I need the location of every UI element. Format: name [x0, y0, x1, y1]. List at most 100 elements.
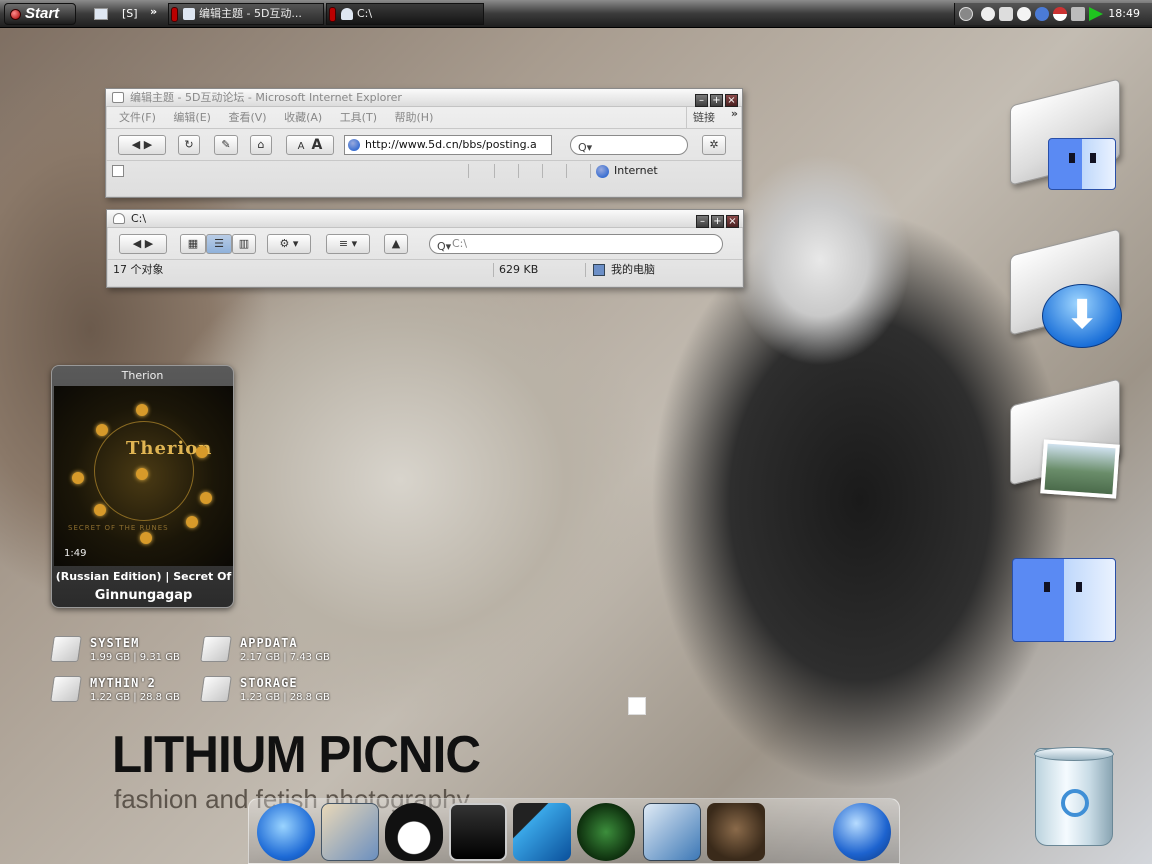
penguin-icon[interactable]	[385, 803, 443, 861]
drive-name: STORAGE	[240, 676, 298, 690]
drive-name: SYSTEM	[90, 636, 140, 650]
back-forward-button[interactable]: ◀ ▶	[119, 234, 167, 254]
rune-icon	[136, 404, 148, 416]
messenger-icon[interactable]	[981, 7, 995, 21]
address-text: http://www.5d.cn/bbs/posting.a	[365, 138, 537, 151]
rune-icon	[72, 472, 84, 484]
rune-icon	[196, 446, 208, 458]
drive-icon	[50, 676, 82, 702]
back-icon[interactable]	[959, 7, 973, 21]
menu-edit[interactable]: 编辑(E)	[173, 111, 211, 124]
menu-help[interactable]: 帮助(H)	[395, 111, 434, 124]
volume-icon[interactable]	[1071, 7, 1085, 21]
refresh-icon: ↻	[184, 138, 194, 151]
quicklaunch-chevron[interactable]: »	[150, 2, 157, 22]
close-button[interactable]: ×	[726, 215, 739, 228]
radar-icon[interactable]	[577, 803, 635, 861]
font-size-button[interactable]: A A	[286, 135, 334, 155]
links-label: 链接	[693, 111, 715, 124]
trash-icon[interactable]	[1034, 747, 1114, 846]
zone-label: Internet	[614, 164, 658, 177]
drive-system[interactable]: SYSTEM 1.99 GB | 9.31 GB	[50, 634, 202, 668]
foobar-icon[interactable]	[449, 803, 507, 861]
explorer-window-title: C:\	[131, 212, 147, 225]
rune-icon	[140, 532, 152, 544]
back-arrow-icon[interactable]: ◀	[133, 237, 141, 250]
back-arrow-icon[interactable]: ◀	[132, 138, 140, 151]
maximize-button[interactable]: +	[711, 215, 724, 228]
downloads-folder-icon[interactable]: ⬇	[1002, 228, 1122, 352]
menu-file[interactable]: 文件(F)	[119, 111, 156, 124]
links-chevron[interactable]: »	[731, 103, 738, 125]
bug-button[interactable]: ✲	[702, 135, 726, 155]
ie-menubar: 文件(F) 编辑(E) 查看(V) 收藏(A) 工具(T) 帮助(H) 链接 »	[106, 107, 742, 129]
explorer-search-field[interactable]: Q▾ C:\	[429, 234, 723, 254]
drive-size: 1.23 GB | 28.8 GB	[240, 692, 330, 703]
home-button[interactable]: ⌂	[250, 135, 272, 155]
task-explorer-window[interactable]: C:\	[326, 3, 484, 25]
network-globe-icon[interactable]	[833, 803, 891, 861]
quicklaunch-window-icon[interactable]	[94, 4, 108, 24]
applications-folder-icon[interactable]	[1002, 78, 1122, 202]
chat-icon[interactable]	[1017, 7, 1031, 21]
mouse-cursor	[628, 697, 646, 715]
ie-search-field[interactable]: Q▾	[570, 135, 688, 155]
explorer-titlebar[interactable]: C:\ – + ×	[107, 210, 743, 228]
recycle-icon	[1061, 789, 1089, 817]
system-tray: 18:49	[954, 3, 1152, 25]
menu-view[interactable]: 查看(V)	[228, 111, 266, 124]
font-large-label[interactable]: A	[312, 137, 323, 153]
security-icon[interactable]	[1035, 7, 1049, 21]
address-bar[interactable]: http://www.5d.cn/bbs/posting.a	[344, 135, 552, 155]
ie-toolbar: ◀ ▶ ↻ ✎ ⌂ A A http://www.5d.cn/bbs/posti…	[106, 129, 742, 161]
flag-icon[interactable]	[1053, 7, 1067, 21]
drive-appdata[interactable]: APPDATA 2.17 GB | 7.43 GB	[200, 634, 352, 668]
font-small-label[interactable]: A	[298, 141, 305, 152]
drive-storage[interactable]: STORAGE 1.23 GB | 28.8 GB	[200, 674, 352, 708]
drive-icon	[113, 213, 125, 224]
arrange-menu-button[interactable]: ≡ ▾	[326, 234, 370, 254]
column-view-button[interactable]: ▥	[232, 234, 256, 254]
eject-icon: ▲	[391, 237, 401, 250]
list-icon: ☰	[214, 237, 224, 250]
start-button[interactable]: Start	[4, 3, 76, 25]
game-icon[interactable]	[707, 803, 765, 861]
task-ie-window[interactable]: 编辑主题 - 5D互动...	[168, 3, 324, 25]
gear-icon: ⚙ ▾	[279, 237, 299, 250]
play-icon[interactable]	[1089, 7, 1103, 21]
quicklaunch-s-item[interactable]: [S]	[122, 4, 138, 24]
video-icon[interactable]	[513, 803, 571, 861]
icon-view-button[interactable]: ▦	[180, 234, 206, 254]
maximize-button[interactable]: +	[710, 94, 723, 107]
list-view-button[interactable]: ☰	[206, 234, 232, 254]
links-bar[interactable]: 链接 »	[686, 107, 742, 129]
forward-arrow-icon[interactable]: ▶	[145, 237, 153, 250]
back-forward-button[interactable]: ◀ ▶	[118, 135, 166, 155]
finder-icon[interactable]	[1012, 558, 1116, 642]
edit-button[interactable]: ✎	[214, 135, 238, 155]
album-name: (Russian Edition) | Secret Of	[55, 570, 232, 583]
refresh-button[interactable]: ↻	[178, 135, 200, 155]
forward-arrow-icon[interactable]: ▶	[144, 138, 152, 151]
photo-icon	[1040, 439, 1120, 499]
mail-icon[interactable]	[321, 803, 379, 861]
start-label: Start	[25, 5, 60, 22]
music-widget[interactable]: Therion Therion SECRET OF THE RUNES 1:49…	[51, 365, 234, 608]
ie-titlebar[interactable]: 编辑主题 - 5D互动论坛 - Microsoft Internet Explo…	[106, 89, 742, 107]
minimize-button[interactable]: –	[695, 94, 708, 107]
action-menu-button[interactable]: ⚙ ▾	[267, 234, 311, 254]
start-orb-icon	[10, 9, 21, 20]
taskbar: Start [S] » 编辑主题 - 5D互动... C:\ 18:49	[0, 0, 1152, 28]
cover-subtitle: SECRET OF THE RUNES	[68, 524, 169, 532]
menu-favorites[interactable]: 收藏(A)	[284, 111, 322, 124]
shield-icon[interactable]	[999, 7, 1013, 21]
drive-icon	[50, 636, 82, 662]
menu-tools[interactable]: 工具(T)	[340, 111, 377, 124]
drive-mythin2[interactable]: MYTHIN'2 1.22 GB | 28.8 GB	[50, 674, 202, 708]
pictures-folder-icon[interactable]	[1002, 378, 1122, 502]
preview-icon[interactable]	[643, 803, 701, 861]
internet-explorer-icon[interactable]	[257, 803, 315, 861]
total-size: 629 KB	[499, 263, 539, 276]
minimize-button[interactable]: –	[696, 215, 709, 228]
eject-button[interactable]: ▲	[384, 234, 408, 254]
